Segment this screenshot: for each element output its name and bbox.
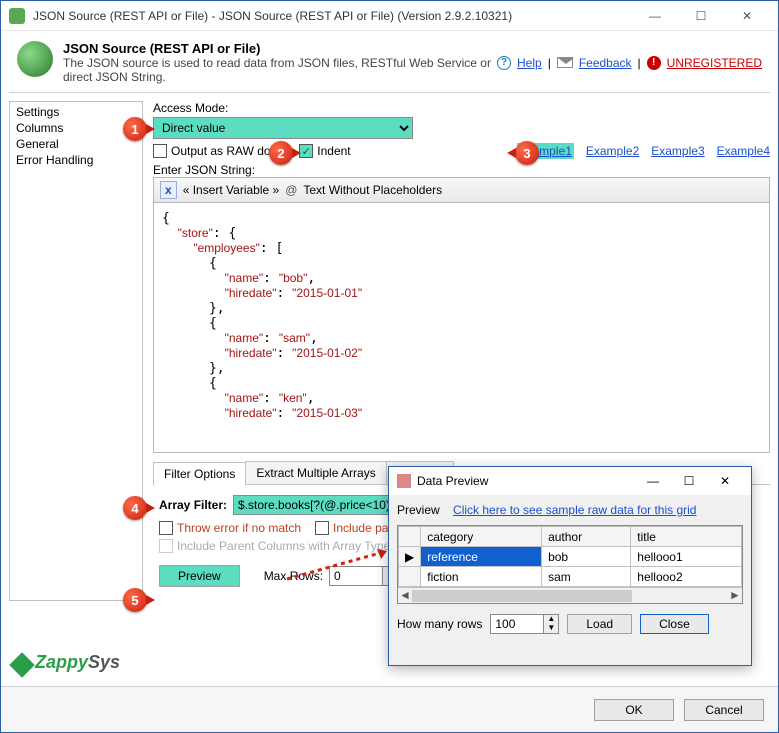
sidebar-item-error-handling[interactable]: Error Handling [12,152,140,168]
unregistered-icon: ! [647,56,661,70]
callout-1: 1 [123,117,147,141]
enter-json-label: Enter JSON String: [153,163,770,177]
help-icon: ? [497,56,511,70]
table-row: ▶ reference bob hellooo1 [399,547,742,567]
array-filter-label: Array Filter: [159,498,227,512]
feedback-link[interactable]: Feedback [579,56,632,70]
include-parent-cols-label: Include Parent Columns with Array Type =… [177,539,408,553]
include-parent-checkbox[interactable] [315,521,329,535]
minimize-button[interactable]: — [632,1,678,31]
no-placeholders-label[interactable]: Text Without Placeholders [303,183,442,197]
callout-5: 5 [123,588,147,612]
load-button[interactable]: Load [567,614,632,634]
example4-link[interactable]: Example4 [717,144,770,158]
indent-checkbox[interactable] [299,144,313,158]
preview-maximize-button[interactable]: ☐ [671,474,707,488]
callout-4: 4 [123,496,147,520]
preview-window-title: Data Preview [417,474,635,488]
json-toolbar: x « Insert Variable » @ Text Without Pla… [153,177,770,203]
callout-2: 2 [269,141,293,165]
col-title[interactable]: title [631,527,742,547]
cancel-button[interactable]: Cancel [684,699,764,721]
maximize-button[interactable]: ☐ [678,1,724,31]
tab-extract-arrays[interactable]: Extract Multiple Arrays [245,461,386,484]
page-title: JSON Source (REST API or File) [63,41,497,56]
zappysys-logo: ZappySys [13,652,120,674]
zappysys-logo-icon [9,652,34,677]
throw-error-label: Throw error if no match [177,521,301,535]
access-mode-label: Access Mode: [153,101,770,115]
example2-link[interactable]: Example2 [586,144,639,158]
sidebar-item-settings[interactable]: Settings [12,104,140,120]
preview-window-icon [397,474,411,488]
preview-minimize-button[interactable]: — [635,474,671,488]
app-logo-icon [17,41,53,77]
insert-variable-label[interactable]: « Insert Variable » [183,183,280,197]
table-row: fiction sam hellooo2 [399,567,742,587]
popup-close-button[interactable]: Close [640,614,709,634]
titlebar: JSON Source (REST API or File) - JSON So… [1,1,778,31]
output-raw-checkbox[interactable] [153,144,167,158]
col-author[interactable]: author [542,527,631,547]
header: JSON Source (REST API or File) The JSON … [1,31,778,92]
preview-label: Preview [397,503,440,517]
placeholder-icon: @ [285,183,297,197]
help-link[interactable]: Help [517,56,542,70]
sidebar-item-general[interactable]: General [12,136,140,152]
insert-variable-icon[interactable]: x [160,181,177,199]
grid-scrollbar[interactable]: ◄ ► [398,587,742,603]
footer: OK Cancel [1,686,778,732]
how-many-rows-stepper[interactable]: ▲▼ [490,614,559,634]
example3-link[interactable]: Example3 [651,144,704,158]
close-button[interactable]: ✕ [724,1,770,31]
access-mode-select[interactable]: Direct value [153,117,413,139]
throw-error-checkbox[interactable] [159,521,173,535]
unregistered-link[interactable]: UNREGISTERED [667,56,762,70]
sidebar-item-columns[interactable]: Columns [12,120,140,136]
array-filter-input[interactable] [233,495,393,515]
mail-icon [557,57,573,68]
data-preview-window: Data Preview — ☐ ✕ Preview Click here to… [388,466,752,666]
how-many-rows-label: How many rows [397,617,482,631]
sidebar: Settings Columns General Error Handling [9,101,143,601]
window-title: JSON Source (REST API or File) - JSON So… [33,9,632,23]
preview-button[interactable]: Preview [159,565,240,587]
tab-filter-options[interactable]: Filter Options [153,462,246,485]
col-category[interactable]: category [421,527,542,547]
max-rows-label: Max Rows: [264,569,323,583]
include-parent-cols-checkbox [159,539,173,553]
preview-grid[interactable]: category author title ▶ reference bob he… [397,525,743,604]
json-textarea[interactable]: { "store": { "employees": [ { "name": "b… [153,203,770,453]
callout-3: 3 [515,141,539,165]
ok-button[interactable]: OK [594,699,674,721]
preview-close-button[interactable]: ✕ [707,474,743,488]
app-icon [9,8,25,24]
preview-raw-link[interactable]: Click here to see sample raw data for th… [453,503,696,517]
page-subtitle: The JSON source is used to read data fro… [63,56,497,84]
indent-label: Indent [317,144,350,158]
